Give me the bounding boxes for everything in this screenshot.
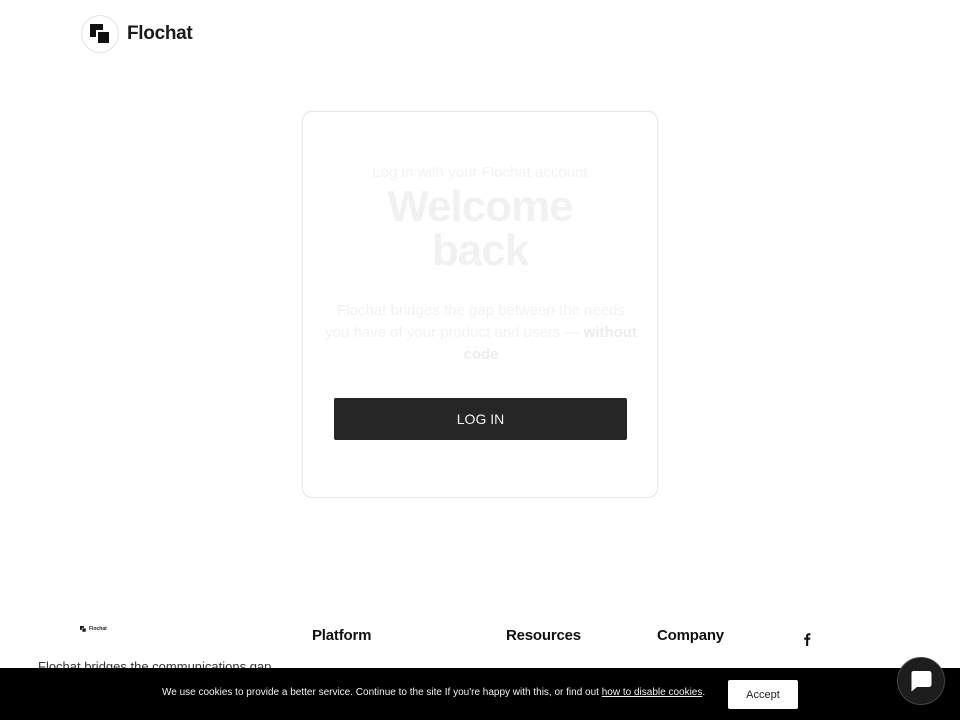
flochat-logo-icon[interactable] [81, 15, 119, 53]
accept-cookies-button[interactable]: Accept [728, 680, 798, 709]
site-header: Flochat [81, 15, 193, 53]
chat-launcher-button[interactable] [897, 657, 945, 705]
login-title-line1: Welcome [387, 182, 573, 231]
cookie-message-text: We use cookies to provide a better servi… [162, 687, 602, 698]
disable-cookies-link[interactable]: how to disable cookies [602, 687, 703, 698]
login-button[interactable]: LOG IN [334, 398, 627, 440]
cookie-consent-bar: We use cookies to provide a better servi… [0, 668, 960, 720]
footer-brand-name: Flochat [89, 626, 107, 632]
login-card: Log in with your Flochat account Welcome… [302, 111, 658, 498]
footer-heading-resources: Resources [506, 627, 581, 644]
brand-name[interactable]: Flochat [127, 23, 193, 45]
login-title: Welcome back [303, 185, 657, 273]
footer-heading-company: Company [657, 627, 724, 644]
footer-logo[interactable]: Flochat [80, 626, 107, 632]
cookie-message: We use cookies to provide a better servi… [162, 687, 705, 698]
footer-logo-icon [80, 626, 86, 632]
login-eyebrow: Log in with your Flochat account [372, 164, 588, 181]
chat-bubble-icon [911, 671, 932, 692]
login-title-line2: back [431, 226, 529, 275]
facebook-icon[interactable] [801, 632, 813, 646]
cookie-message-trailing: . [702, 687, 706, 698]
login-description: Flochat bridges the gap between the need… [325, 300, 637, 366]
footer-heading-platform: Platform [312, 627, 372, 644]
login-description-text: Flochat bridges the gap between the need… [325, 302, 625, 341]
